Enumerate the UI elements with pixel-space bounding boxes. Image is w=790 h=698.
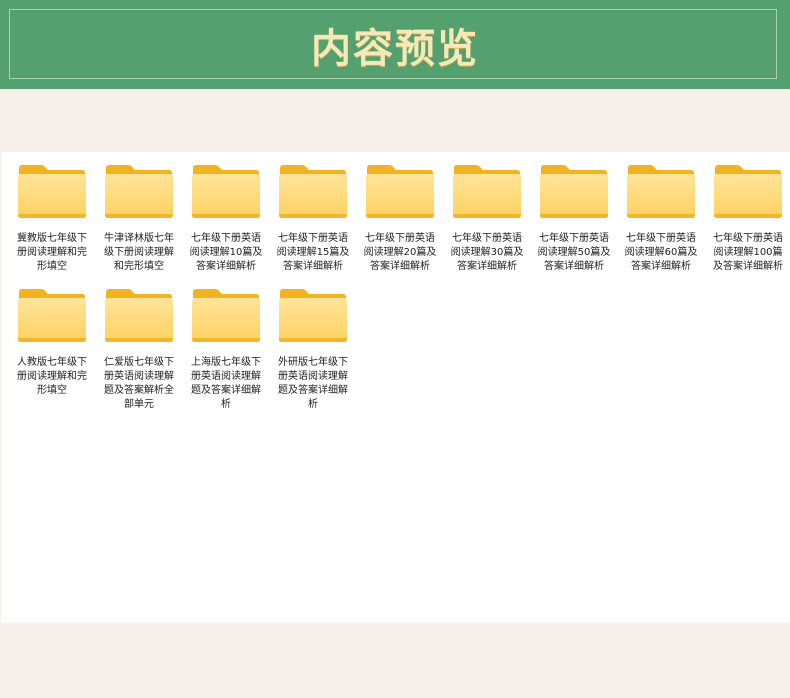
folder-label: 七年级下册英语阅读理解60篇及答案详细解析 xyxy=(624,233,698,272)
folder-item[interactable]: 仁爱版七年级下册英语阅读理解题及答案解析全部单元 xyxy=(88,286,175,410)
folder-label: 七年级下册英语阅读理解30篇及答案详细解析 xyxy=(450,233,524,272)
folder-item[interactable]: 牛津译林版七年级下册阅读理解和完形填空 xyxy=(88,162,175,286)
folder-item[interactable]: 人教版七年级下册阅读理解和完形填空 xyxy=(1,286,88,410)
file-browser-panel: 冀教版七年级下册阅读理解和完形填空 牛津译林版七年级下册阅读理解和完形填空 七年… xyxy=(1,152,790,623)
folder-item[interactable]: 冀教版七年级下册阅读理解和完形填空 xyxy=(1,162,88,286)
folder-icon xyxy=(104,288,174,343)
folder-icon xyxy=(452,164,522,219)
folder-icon xyxy=(17,288,87,343)
folder-label: 牛津译林版七年级下册阅读理解和完形填空 xyxy=(104,233,174,272)
folder-item[interactable]: 七年级下册英语阅读理解30篇及答案详细解析 xyxy=(436,162,523,286)
folder-label: 外研版七年级下册英语阅读理解题及答案详细解析 xyxy=(278,357,348,410)
folder-label: 上海版七年级下册英语阅读理解题及答案详细解析 xyxy=(191,357,261,410)
folder-icon xyxy=(104,164,174,219)
folder-icon xyxy=(626,164,696,219)
folder-label: 七年级下册英语阅读理解10篇及答案详细解析 xyxy=(189,233,263,272)
folder-item[interactable]: 七年级下册英语阅读理解10篇及答案详细解析 xyxy=(175,162,262,286)
page-title: 内容预览 xyxy=(311,24,479,72)
folder-label: 七年级下册英语阅读理解15篇及答案详细解析 xyxy=(276,233,350,272)
folder-item[interactable]: 七年级下册英语阅读理解60篇及答案详细解析 xyxy=(610,162,697,286)
folder-icon xyxy=(278,288,348,343)
folder-item[interactable]: 七年级下册英语阅读理解50篇及答案详细解析 xyxy=(523,162,610,286)
preview-header: 内容预览 xyxy=(0,0,790,89)
folder-icon xyxy=(365,164,435,219)
folder-icon xyxy=(278,164,348,219)
folder-item[interactable]: 七年级下册英语阅读理解20篇及答案详细解析 xyxy=(349,162,436,286)
folder-grid: 冀教版七年级下册阅读理解和完形填空 牛津译林版七年级下册阅读理解和完形填空 七年… xyxy=(1,162,790,410)
folder-item[interactable]: 七年级下册英语阅读理解15篇及答案详细解析 xyxy=(262,162,349,286)
folder-icon xyxy=(539,164,609,219)
folder-label: 仁爱版七年级下册英语阅读理解题及答案解析全部单元 xyxy=(104,357,174,410)
folder-icon xyxy=(17,164,87,219)
folder-icon xyxy=(191,164,261,219)
folder-item[interactable]: 七年级下册英语阅读理解100篇及答案详细解析 xyxy=(697,162,784,286)
folder-item[interactable]: 上海版七年级下册英语阅读理解题及答案详细解析 xyxy=(175,286,262,410)
folder-item[interactable]: 外研版七年级下册英语阅读理解题及答案详细解析 xyxy=(262,286,349,410)
folder-icon xyxy=(191,288,261,343)
folder-label: 七年级下册英语阅读理解20篇及答案详细解析 xyxy=(363,233,437,272)
folder-label: 人教版七年级下册阅读理解和完形填空 xyxy=(17,357,87,396)
folder-label: 七年级下册英语阅读理解100篇及答案详细解析 xyxy=(713,233,783,272)
folder-icon xyxy=(713,164,783,219)
folder-label: 冀教版七年级下册阅读理解和完形填空 xyxy=(17,233,87,272)
folder-label: 七年级下册英语阅读理解50篇及答案详细解析 xyxy=(537,233,611,272)
